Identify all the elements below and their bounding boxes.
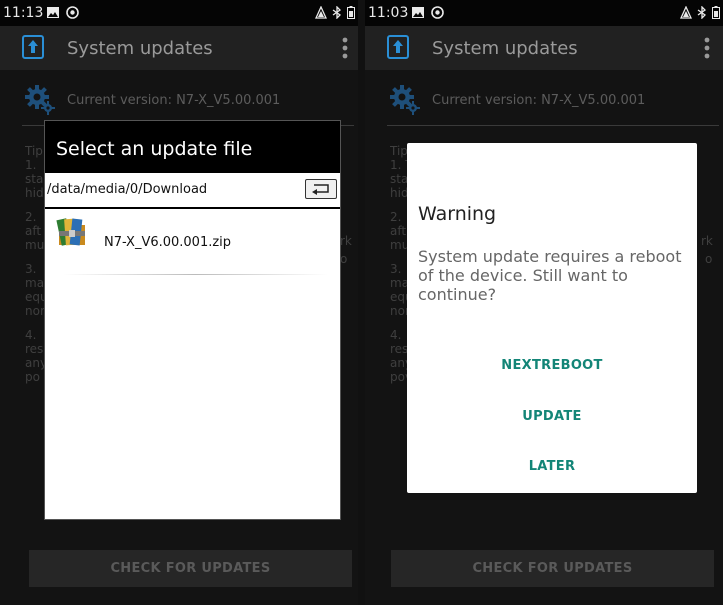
tip-fragment: o: [705, 252, 713, 266]
bluetooth-icon: [332, 6, 342, 19]
zip-archive-icon: [56, 218, 85, 246]
bluetooth-icon: [697, 6, 707, 19]
app-title: System updates: [432, 38, 578, 59]
file-name: N7-X_V6.00.001.zip: [104, 235, 232, 250]
dialog-title: Warning: [418, 203, 497, 225]
gallery-icon: [412, 7, 424, 18]
path-bar: /data/media/0/Download: [45, 173, 340, 209]
current-version-label: Current version: N7-X_V5.00.001: [67, 93, 281, 108]
divider: [63, 274, 328, 275]
list-item[interactable]: N7-X_V6.00.001.zip: [45, 209, 340, 269]
warning-dialog: Warning System update requires a reboot …: [407, 143, 697, 493]
next-reboot-button[interactable]: NEXTREBOOT: [407, 358, 697, 373]
hotspot-icon: [66, 6, 79, 19]
battery-icon: [712, 6, 720, 19]
gallery-icon: [47, 7, 59, 18]
divider: [387, 125, 719, 126]
dialog-message: System update requires a reboot of the d…: [418, 247, 682, 304]
tip-fragment: rk: [701, 234, 713, 248]
app-bar: System updates: [0, 26, 358, 70]
battery-icon: [347, 6, 355, 19]
signal-icon: [315, 6, 327, 19]
current-path: /data/media/0/Download: [47, 182, 208, 197]
gear-icon: [390, 85, 420, 115]
dialog-header: Select an update file: [45, 121, 340, 173]
system-update-icon[interactable]: [387, 35, 409, 59]
more-options-icon[interactable]: [342, 36, 348, 60]
tip-fragment: rk: [340, 234, 352, 248]
left-screen: 11:13 System updates Current version: N7…: [0, 0, 358, 605]
check-for-updates-button[interactable]: CHECK FOR UPDATES: [29, 550, 352, 587]
folder-back-icon[interactable]: [305, 179, 337, 199]
signal-icon: [680, 6, 692, 19]
check-for-updates-button[interactable]: CHECK FOR UPDATES: [391, 550, 714, 587]
dialog-title: Select an update file: [56, 138, 253, 160]
tip-fragment: o: [340, 252, 348, 266]
more-options-icon[interactable]: [704, 36, 710, 60]
status-time: 11:03: [368, 5, 409, 21]
current-version-label: Current version: N7-X_V5.00.001: [432, 93, 646, 108]
app-title: System updates: [67, 38, 213, 59]
status-time: 11:13: [3, 5, 44, 21]
update-button[interactable]: UPDATE: [407, 409, 697, 424]
right-screen: 11:03 System updates Current version: N7…: [365, 0, 723, 605]
current-version-row: Current version: N7-X_V5.00.001: [0, 82, 358, 122]
status-bar: 11:03: [365, 0, 723, 26]
status-bar: 11:13: [0, 0, 358, 26]
system-update-icon[interactable]: [22, 35, 44, 59]
file-select-dialog: Select an update file /data/media/0/Down…: [44, 120, 341, 520]
hotspot-icon: [431, 6, 444, 19]
app-bar: System updates: [365, 26, 723, 70]
current-version-row: Current version: N7-X_V5.00.001: [365, 82, 723, 122]
gear-icon: [25, 85, 55, 115]
later-button[interactable]: LATER: [407, 459, 697, 474]
